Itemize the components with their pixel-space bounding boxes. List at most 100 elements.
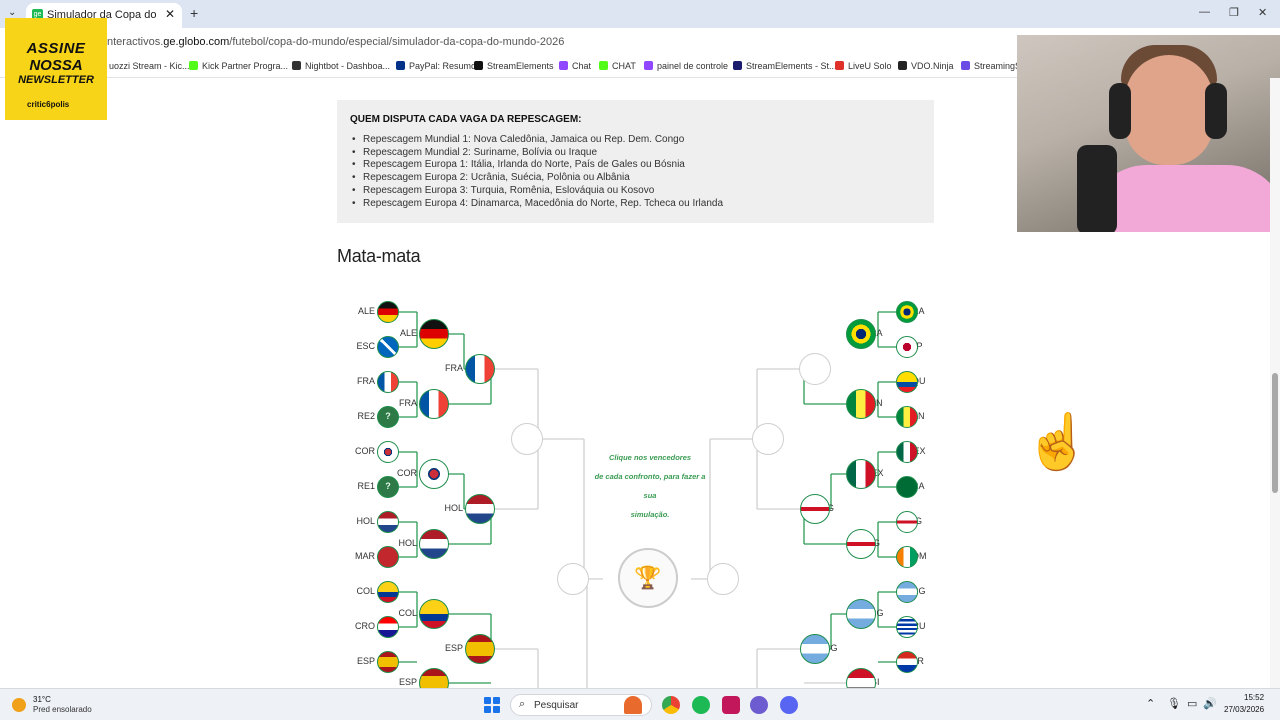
team-flag-equ[interactable] bbox=[896, 371, 918, 393]
microphone-tray-icon[interactable]: 🎙 bbox=[1167, 697, 1181, 710]
team-flag-ing[interactable] bbox=[896, 511, 918, 533]
bookmark-item[interactable]: LiveU Solo bbox=[835, 61, 892, 71]
game-app-icon[interactable] bbox=[624, 696, 642, 714]
team-flag-arg[interactable] bbox=[896, 581, 918, 603]
tab-close-icon[interactable]: ✕ bbox=[165, 7, 175, 21]
team-label[interactable]: HOL bbox=[356, 516, 375, 526]
team-label[interactable]: FRA bbox=[399, 398, 417, 408]
team-flag-cro[interactable] bbox=[377, 616, 399, 638]
clock-time: 15:52 bbox=[1244, 693, 1265, 702]
knockout-bracket: Clique nos vencedores de cada confronto,… bbox=[337, 285, 957, 698]
bookmark-item[interactable]: CHAT bbox=[599, 61, 636, 71]
empty-match-slot[interactable] bbox=[511, 423, 543, 455]
team-flag-ing[interactable] bbox=[800, 494, 830, 524]
team-flag-ing[interactable] bbox=[846, 529, 876, 559]
team-flag-mex[interactable] bbox=[896, 441, 918, 463]
start-button[interactable] bbox=[484, 697, 500, 713]
obs-icon[interactable] bbox=[750, 696, 768, 714]
minimize-icon[interactable]: — bbox=[1199, 6, 1210, 18]
scrollbar[interactable] bbox=[1270, 78, 1280, 688]
team-label[interactable]: HOL bbox=[398, 538, 417, 548]
bookmark-item[interactable]: Chat bbox=[559, 61, 591, 71]
team-flag-mex[interactable] bbox=[846, 459, 876, 489]
team-flag-hol[interactable] bbox=[419, 529, 449, 559]
team-label[interactable]: ESP bbox=[357, 656, 375, 666]
team-flag-ale[interactable] bbox=[419, 319, 449, 349]
url-text[interactable]: nteractivos.ge.globo.com/futebol/copa-do… bbox=[107, 36, 564, 48]
team-flag-cor[interactable] bbox=[377, 441, 399, 463]
team-flag-bra[interactable] bbox=[896, 301, 918, 323]
tray-chevron-icon[interactable]: ⌃ bbox=[1146, 697, 1155, 710]
bookmark-item[interactable]: Nightbot - Dashboa... bbox=[292, 61, 390, 71]
team-flag-cor[interactable] bbox=[419, 459, 449, 489]
team-flag-fra[interactable] bbox=[419, 389, 449, 419]
bookmark-item[interactable]: uozzi Stream - Kic... bbox=[96, 61, 190, 71]
team-flag-sen[interactable] bbox=[896, 406, 918, 428]
empty-match-slot[interactable] bbox=[752, 423, 784, 455]
bookmark-item[interactable]: StreamElements - St... bbox=[733, 61, 837, 71]
team-flag-re2[interactable]: ? bbox=[377, 406, 399, 428]
bookmark-item[interactable]: painel de controle bbox=[644, 61, 728, 71]
bookmark-favicon-icon bbox=[961, 61, 970, 70]
team-flag-esp[interactable] bbox=[465, 634, 495, 664]
bookmark-item[interactable]: StreamingS bbox=[961, 61, 1021, 71]
bookmark-item[interactable]: StreamElements bbox=[474, 61, 554, 71]
team-flag-ale[interactable] bbox=[377, 301, 399, 323]
team-label[interactable]: FRA bbox=[357, 376, 375, 386]
team-flag-cdm[interactable] bbox=[896, 546, 918, 568]
team-flag-jap[interactable] bbox=[896, 336, 918, 358]
app-icon[interactable] bbox=[722, 696, 740, 714]
chrome-icon[interactable] bbox=[662, 696, 680, 714]
bookmark-item[interactable]: PayPal: Resumo bbox=[396, 61, 476, 71]
section-title: Mata-mata bbox=[337, 246, 421, 266]
team-label[interactable]: COR bbox=[397, 468, 417, 478]
team-flag-sen[interactable] bbox=[846, 389, 876, 419]
empty-match-slot[interactable] bbox=[707, 563, 739, 595]
team-label[interactable]: MAR bbox=[355, 551, 375, 561]
team-label[interactable]: RE2 bbox=[357, 411, 375, 421]
team-label[interactable]: ESC bbox=[356, 341, 375, 351]
team-label[interactable]: FRA bbox=[445, 363, 463, 373]
team-label[interactable]: RE1 bbox=[357, 481, 375, 491]
new-tab-button[interactable]: + bbox=[190, 5, 198, 21]
team-flag-arg[interactable] bbox=[800, 634, 830, 664]
team-label[interactable]: COR bbox=[355, 446, 375, 456]
window-close-icon[interactable]: ✕ bbox=[1258, 6, 1267, 19]
spotify-icon[interactable] bbox=[692, 696, 710, 714]
team-flag-uru[interactable] bbox=[896, 616, 918, 638]
team-flag-hol[interactable] bbox=[377, 511, 399, 533]
team-label[interactable]: ALE bbox=[358, 306, 375, 316]
team-flag-bra[interactable] bbox=[846, 319, 876, 349]
network-icon[interactable]: ▭ bbox=[1187, 697, 1197, 710]
team-label[interactable]: COL bbox=[398, 608, 417, 618]
team-flag-hol[interactable] bbox=[465, 494, 495, 524]
bookmark-item[interactable]: Kick Partner Progra... bbox=[189, 61, 288, 71]
scrollbar-thumb[interactable] bbox=[1272, 373, 1278, 493]
team-flag-col[interactable] bbox=[377, 581, 399, 603]
team-label[interactable]: ESP bbox=[445, 643, 463, 653]
team-label[interactable]: ESP bbox=[399, 677, 417, 687]
team-label[interactable]: COL bbox=[356, 586, 375, 596]
system-clock[interactable]: 15:52 27/03/2026 bbox=[1224, 692, 1264, 716]
discord-icon[interactable] bbox=[780, 696, 798, 714]
team-flag-col[interactable] bbox=[419, 599, 449, 629]
team-label[interactable]: CRO bbox=[355, 621, 375, 631]
volume-icon[interactable]: 🔊 bbox=[1203, 697, 1217, 710]
restore-icon[interactable]: ❐ bbox=[1229, 6, 1239, 19]
team-flag-mar[interactable] bbox=[377, 546, 399, 568]
bookmark-item[interactable]: VDO.Ninja bbox=[898, 61, 954, 71]
team-flag-ara[interactable] bbox=[896, 476, 918, 498]
team-flag-re1[interactable]: ? bbox=[377, 476, 399, 498]
tab-search-icon[interactable]: ⌄ bbox=[8, 7, 16, 18]
team-flag-esc[interactable] bbox=[377, 336, 399, 358]
team-flag-par[interactable] bbox=[896, 651, 918, 673]
team-flag-arg[interactable] bbox=[846, 599, 876, 629]
team-label[interactable]: HOL bbox=[444, 503, 463, 513]
team-label[interactable]: ALE bbox=[400, 328, 417, 338]
team-flag-fra[interactable] bbox=[465, 354, 495, 384]
team-flag-fra[interactable] bbox=[377, 371, 399, 393]
empty-match-slot[interactable] bbox=[557, 563, 589, 595]
empty-match-slot[interactable] bbox=[799, 353, 831, 385]
newsletter-banner[interactable]: ASSINE NOSSA NEWSLETTER critic6polis bbox=[5, 18, 107, 120]
team-flag-esp[interactable] bbox=[377, 651, 399, 673]
